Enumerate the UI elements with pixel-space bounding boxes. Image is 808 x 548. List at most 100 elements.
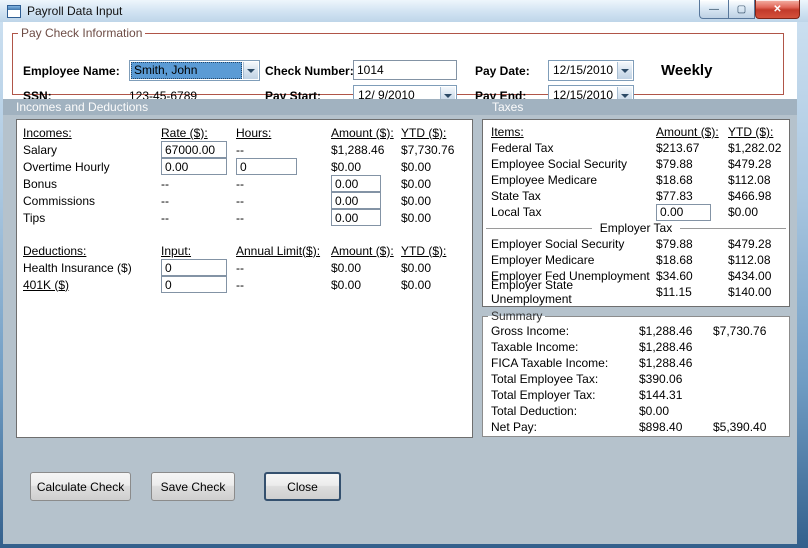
- calculate-check-button[interactable]: Calculate Check: [30, 472, 131, 501]
- col-header-ytd: YTD ($):: [401, 243, 447, 258]
- incomes-section-header: Incomes and Deductions: [16, 100, 149, 114]
- row-ytd: $0.00: [728, 205, 759, 219]
- tax-row-employer-state-unemployment: Employer State Unemployment $11.15 $140.…: [483, 278, 789, 306]
- row-label: Health Insurance ($): [23, 260, 132, 275]
- window-controls: — ▢ ✕: [699, 0, 800, 19]
- row-label: Total Employer Tax:: [491, 388, 596, 402]
- tips-hours: --: [236, 210, 244, 225]
- income-row-tips: Tips -- -- $0.00: [17, 209, 472, 226]
- tips-amount-input[interactable]: [331, 209, 381, 226]
- commissions-amount-input[interactable]: [331, 192, 381, 209]
- row-amount: $390.06: [639, 372, 683, 386]
- summary-row-fica: FICA Taxable Income: $1,288.46: [483, 355, 789, 371]
- bonus-ytd: $0.00: [401, 176, 432, 191]
- chevron-down-icon[interactable]: [617, 62, 632, 79]
- minimize-button[interactable]: —: [699, 0, 728, 19]
- k401-amount: $0.00: [331, 277, 362, 292]
- deduction-row-401k: 401K ($) -- $0.00 $0.00: [17, 276, 472, 293]
- row-amount: $144.31: [639, 388, 683, 402]
- summary-row-employee-tax: Total Employee Tax: $390.06: [483, 371, 789, 387]
- salary-amount: $1,288.46: [331, 142, 385, 157]
- taxes-section-header: Taxes: [492, 100, 524, 114]
- health-insurance-input[interactable]: [161, 259, 227, 276]
- overtime-ytd: $0.00: [401, 159, 432, 174]
- col-header-input: Input:: [161, 243, 192, 258]
- overtime-hours-input[interactable]: [236, 158, 297, 175]
- summary-legend: Summary: [491, 309, 543, 323]
- row-label: Total Employee Tax:: [491, 372, 599, 386]
- row-amount: $1,288.46: [639, 340, 693, 354]
- row-amount: $18.68: [656, 253, 693, 267]
- tips-rate: --: [161, 210, 169, 225]
- pay-date-value: 12/15/2010: [553, 63, 614, 77]
- bonus-amount-input[interactable]: [331, 175, 381, 192]
- maximize-button[interactable]: ▢: [728, 0, 755, 19]
- health-limit: --: [236, 260, 244, 275]
- paycheck-info-group: Pay Check Information Employee Name: Smi…: [12, 26, 784, 106]
- summary-row-gross: Gross Income: $1,288.46 $7,730.76: [483, 323, 789, 339]
- titlebar[interactable]: Payroll Data Input — ▢ ✕: [0, 0, 808, 22]
- row-amount: $898.40: [639, 420, 683, 434]
- health-ytd: $0.00: [401, 260, 432, 275]
- k401-input[interactable]: [161, 276, 227, 293]
- income-row-bonus: Bonus -- -- $0.00: [17, 175, 472, 192]
- k401-limit: --: [236, 277, 244, 292]
- window-title: Payroll Data Input: [27, 4, 123, 18]
- close-icon: ✕: [773, 3, 782, 15]
- row-amount: $11.15: [656, 285, 692, 299]
- chevron-down-icon[interactable]: [243, 62, 258, 79]
- k401-link[interactable]: 401K ($): [23, 278, 161, 292]
- local-tax-input[interactable]: [656, 203, 711, 221]
- bonus-rate: --: [161, 176, 169, 191]
- row-ytd: $1,282.02: [728, 141, 782, 155]
- row-ytd: $434.00: [728, 269, 772, 283]
- employee-name-label: Employee Name:: [23, 64, 120, 78]
- close-button[interactable]: Close: [264, 472, 341, 501]
- close-window-button[interactable]: ✕: [755, 0, 800, 19]
- row-label: Employer Social Security: [491, 237, 625, 251]
- client-area: Pay Check Information Employee Name: Smi…: [3, 22, 797, 544]
- row-label: Gross Income:: [491, 324, 570, 338]
- row-amount: $34.60: [656, 269, 693, 283]
- check-number-input[interactable]: [353, 60, 457, 80]
- tax-row-local: Local Tax $0.00: [483, 203, 789, 221]
- row-label: Total Deduction:: [491, 404, 578, 418]
- app-icon: [7, 4, 21, 18]
- col-header-amount: Amount ($):: [331, 243, 394, 258]
- overtime-amount: $0.00: [331, 159, 362, 174]
- row-label: State Tax: [491, 189, 541, 203]
- summary-group: Summary Gross Income: $1,288.46 $7,730.7…: [482, 309, 790, 437]
- row-amount: $79.88: [656, 237, 693, 251]
- row-ytd: $479.28: [728, 157, 772, 171]
- row-ytd: $112.08: [728, 253, 771, 267]
- save-check-button[interactable]: Save Check: [151, 472, 235, 501]
- pay-date-select[interactable]: 12/15/2010: [548, 60, 634, 81]
- row-label: Commissions: [23, 193, 96, 208]
- paycheck-info-legend: Pay Check Information: [21, 26, 143, 40]
- incomes-deductions-panel: Incomes: Rate ($): Hours: Amount ($): YT…: [16, 119, 473, 438]
- row-label: Taxable Income:: [491, 340, 579, 354]
- col-header-hours: Hours:: [236, 125, 272, 140]
- salary-rate-input[interactable]: [161, 141, 227, 158]
- overtime-rate-input[interactable]: [161, 158, 227, 175]
- col-header-deductions: Deductions:: [23, 243, 87, 258]
- summary-row-deduction: Total Deduction: $0.00: [483, 403, 789, 419]
- row-label: FICA Taxable Income:: [491, 356, 609, 370]
- tax-row-state: State Tax $77.83 $466.98: [483, 188, 789, 204]
- pay-frequency-label: Weekly: [661, 62, 713, 79]
- maximize-icon: ▢: [736, 3, 747, 15]
- row-label: Employee Social Security: [491, 157, 628, 171]
- col-header-amount: Amount ($):: [331, 125, 394, 140]
- row-label: Employer State Unemployment: [491, 278, 574, 306]
- row-amount: $18.68: [656, 173, 693, 187]
- tax-row-federal: Federal Tax $213.67 $1,282.02: [483, 140, 789, 156]
- taxes-panel: Items: Amount ($): YTD ($): Federal Tax …: [482, 119, 790, 307]
- bonus-hours: --: [236, 176, 244, 191]
- employee-name-select[interactable]: Smith, John: [129, 60, 260, 81]
- commissions-ytd: $0.00: [401, 193, 432, 208]
- col-header-items: Items:: [491, 125, 524, 139]
- deduction-row-health-insurance: Health Insurance ($) -- $0.00 $0.00: [17, 259, 472, 276]
- row-label: Bonus: [23, 176, 58, 191]
- row-amount: $77.83: [656, 189, 693, 203]
- row-label: Employee Medicare: [491, 173, 598, 187]
